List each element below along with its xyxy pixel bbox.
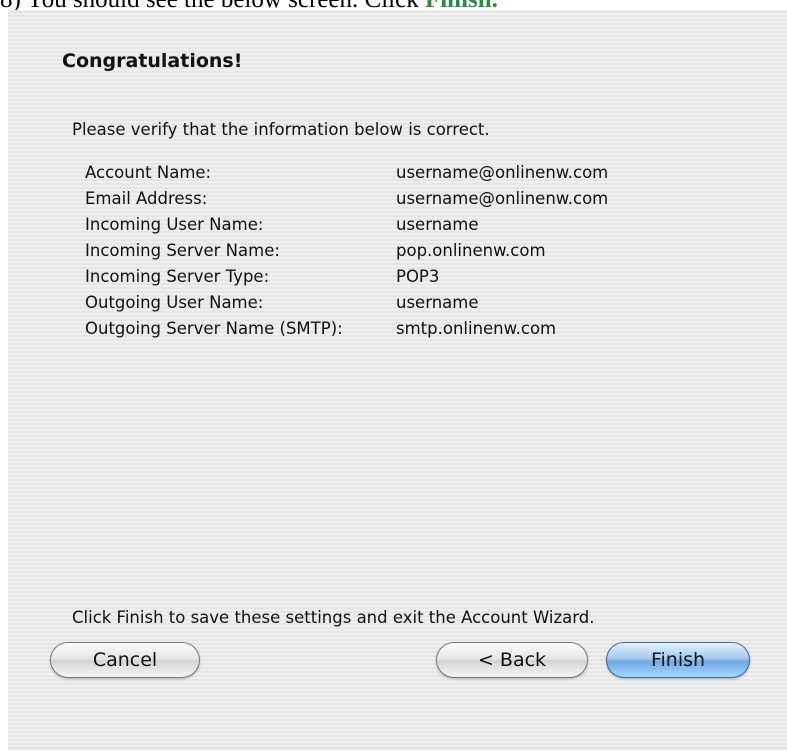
info-label: Incoming Server Name:: [85, 241, 280, 260]
info-label: Incoming Server Type:: [85, 267, 270, 286]
info-value: username@onlinenw.com: [396, 163, 609, 182]
info-value: username: [396, 215, 479, 234]
info-value: POP3: [396, 267, 440, 286]
info-value: username: [396, 293, 479, 312]
info-label: Account Name:: [85, 163, 212, 182]
finish-instruction: Click Finish to save these settings and …: [72, 608, 595, 627]
verify-instruction: Please verify that the information below…: [72, 120, 490, 139]
info-label: Outgoing Server Name (SMTP):: [85, 319, 343, 338]
dialog-heading: Congratulations!: [62, 50, 243, 72]
back-button[interactable]: < Back: [436, 642, 588, 678]
account-wizard-dialog: Congratulations! Please verify that the …: [8, 10, 787, 751]
info-label: Outgoing User Name:: [85, 293, 264, 312]
info-label: Email Address:: [85, 189, 208, 208]
info-value: smtp.onlinenw.com: [396, 319, 557, 338]
finish-button[interactable]: Finish: [606, 642, 750, 678]
info-value: username@onlinenw.com: [396, 189, 609, 208]
info-label: Incoming User Name:: [85, 215, 264, 234]
info-value: pop.onlinenw.com: [396, 241, 546, 260]
cancel-button[interactable]: Cancel: [50, 642, 200, 678]
